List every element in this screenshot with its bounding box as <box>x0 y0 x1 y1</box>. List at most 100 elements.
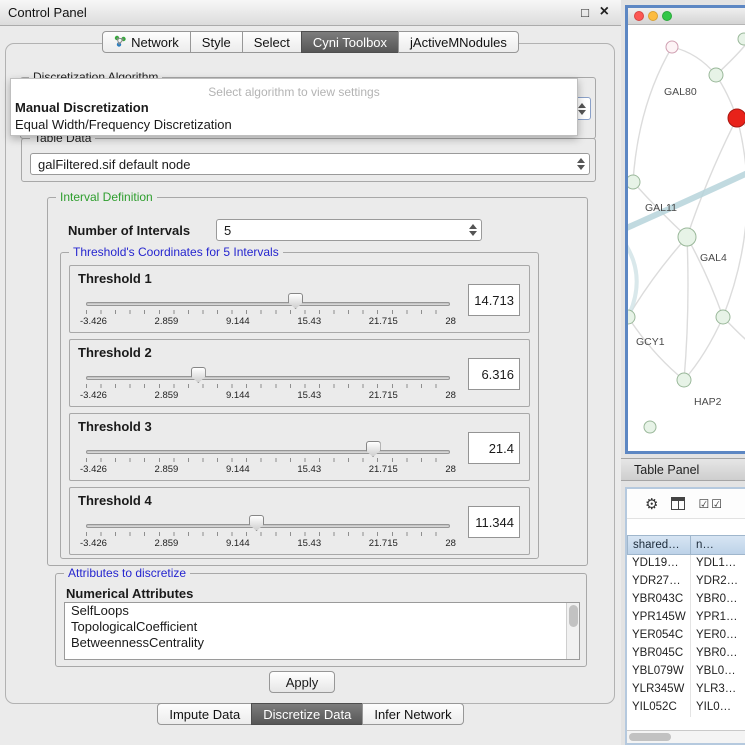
node[interactable] <box>677 373 691 387</box>
close-traffic-light[interactable] <box>634 11 644 21</box>
scrollbar-thumb[interactable] <box>629 733 671 741</box>
threshold-4-slider[interactable]: -3.4262.8599.14415.4321.71528 <box>86 518 450 552</box>
cell-name[interactable]: YDR2… <box>691 573 745 591</box>
bottom-tab-bar: Impute Data Discretize Data Infer Networ… <box>0 703 621 725</box>
slider-track[interactable] <box>86 302 450 306</box>
tab-jactivemnodules[interactable]: jActiveMNodules <box>398 31 519 53</box>
cell-shared-name[interactable]: YDR27… <box>627 573 691 591</box>
slider-track[interactable] <box>86 524 450 528</box>
table-row[interactable]: YDR27… YDR2… <box>627 573 745 591</box>
cell-name[interactable]: YBL0… <box>691 663 745 681</box>
apply-button[interactable]: Apply <box>269 671 335 693</box>
node-labels: GAL80 GAL11 GAL4 GCY1 HAP2 <box>636 86 727 408</box>
interval-definition-group: Interval Definition Number of Intervals … <box>47 197 588 566</box>
threshold-1-label: Threshold 1 <box>78 271 152 286</box>
tab-network[interactable]: Network <box>102 31 191 53</box>
cell-shared-name[interactable]: YDL19… <box>627 555 691 573</box>
table-horizontal-scrollbar[interactable] <box>627 730 745 743</box>
select-columns-icon[interactable]: ☑☑ <box>698 497 724 511</box>
tab-select[interactable]: Select <box>242 31 302 53</box>
slider-track[interactable] <box>86 450 450 454</box>
node[interactable] <box>666 41 678 53</box>
cell-name[interactable]: YBR0… <box>691 591 745 609</box>
table-row[interactable]: YDL19… YDL1… <box>627 555 745 573</box>
cell-shared-name[interactable]: YIL052C <box>627 699 691 717</box>
table-row[interactable]: YBL079W YBL0… <box>627 663 745 681</box>
table-row[interactable]: YER054C YER0… <box>627 627 745 645</box>
cell-shared-name[interactable]: YBR043C <box>627 591 691 609</box>
slider-scale: -3.4262.8599.14415.4321.71528 <box>80 316 456 327</box>
threshold-4-value-field[interactable]: 11.344 <box>468 506 520 538</box>
table-row[interactable]: YBR043C YBR0… <box>627 591 745 609</box>
menu-item-equal-width-frequency[interactable]: Equal Width/Frequency Discretization <box>11 116 577 133</box>
tab-network-label: Network <box>131 35 179 50</box>
slider-thumb[interactable] <box>366 441 381 457</box>
threshold-2-slider[interactable]: -3.4262.8599.14415.4321.71528 <box>86 370 450 404</box>
column-header-name[interactable]: n… <box>691 535 745 555</box>
node[interactable] <box>628 175 640 189</box>
menu-item-manual-discretization[interactable]: Manual Discretization <box>11 99 577 116</box>
cell-name[interactable]: YBR0… <box>691 645 745 663</box>
slider-track[interactable] <box>86 376 450 380</box>
scrollbar-thumb[interactable] <box>569 605 578 627</box>
node-label: GCY1 <box>636 336 665 348</box>
node[interactable] <box>738 33 745 45</box>
table-panel-title: Table Panel <box>634 463 699 477</box>
cell-name[interactable]: YLR3… <box>691 681 745 699</box>
cell-name[interactable]: YDL1… <box>691 555 745 573</box>
cell-name[interactable]: YPR1… <box>691 609 745 627</box>
numerical-attributes-list[interactable]: SelfLoopsTopologicalCoefficientBetweenne… <box>64 602 580 660</box>
cell-shared-name[interactable]: YLR345W <box>627 681 691 699</box>
node[interactable] <box>709 68 723 82</box>
threshold-3-value-field[interactable]: 21.4 <box>468 432 520 464</box>
threshold-2-value-field[interactable]: 6.316 <box>468 358 520 390</box>
slider-ticks <box>86 532 450 536</box>
close-icon[interactable]: × <box>600 3 609 21</box>
threshold-3-slider[interactable]: -3.4262.8599.14415.4321.71528 <box>86 444 450 478</box>
float-window-icon[interactable]: □ <box>581 5 589 20</box>
gear-icon[interactable]: ⚙ <box>645 495 658 513</box>
network-canvas[interactable]: GAL80 GAL11 GAL4 GCY1 HAP2 <box>628 25 745 451</box>
cell-shared-name[interactable]: YBR045C <box>627 645 691 663</box>
list-scrollbar[interactable] <box>566 603 579 659</box>
table-row[interactable]: YIL052C YIL0… <box>627 699 745 717</box>
tab-cyni-label: Cyni Toolbox <box>313 35 387 50</box>
list-item[interactable]: TopologicalCoefficient <box>65 619 579 635</box>
slider-thumb[interactable] <box>288 293 303 309</box>
slider-scale: -3.4262.8599.14415.4321.71528 <box>80 538 456 549</box>
tab-cyni-toolbox[interactable]: Cyni Toolbox <box>301 31 399 53</box>
tab-discretize-data[interactable]: Discretize Data <box>251 703 363 725</box>
tab-infer-network[interactable]: Infer Network <box>362 703 463 725</box>
slider-thumb[interactable] <box>249 515 264 531</box>
slider-scale: -3.4262.8599.14415.4321.71528 <box>80 390 456 401</box>
cell-shared-name[interactable]: YPR145W <box>627 609 691 627</box>
table-data-combobox[interactable]: galFiltered.sif default node <box>30 153 590 175</box>
list-item[interactable]: SelfLoops <box>65 603 579 619</box>
slider-thumb[interactable] <box>191 367 206 383</box>
selected-node[interactable] <box>728 109 745 127</box>
threshold-1-slider[interactable]: -3.4262.8599.14415.4321.71528 <box>86 296 450 330</box>
number-of-intervals-combobox[interactable]: 5 <box>216 219 482 241</box>
cell-name[interactable]: YER0… <box>691 627 745 645</box>
table-row[interactable]: YLR345W YLR3… <box>627 681 745 699</box>
table-columns-icon[interactable] <box>671 497 685 510</box>
zoom-traffic-light[interactable] <box>662 11 672 21</box>
column-header-shared-name[interactable]: shared… <box>627 535 691 555</box>
scale-tick-label: -3.426 <box>80 464 107 475</box>
cell-shared-name[interactable]: YER054C <box>627 627 691 645</box>
scale-tick-label: 28 <box>445 464 456 475</box>
cell-name[interactable]: YIL0… <box>691 699 745 717</box>
table-row[interactable]: YBR045C YBR0… <box>627 645 745 663</box>
cell-shared-name[interactable]: YBL079W <box>627 663 691 681</box>
list-item[interactable]: BetweennessCentrality <box>65 635 579 651</box>
node[interactable] <box>628 310 635 324</box>
node[interactable] <box>644 421 656 433</box>
tab-impute-data[interactable]: Impute Data <box>157 703 252 725</box>
node[interactable] <box>716 310 730 324</box>
node[interactable] <box>678 228 696 246</box>
tab-style-label: Style <box>202 35 231 50</box>
tab-style[interactable]: Style <box>190 31 243 53</box>
threshold-1-value-field[interactable]: 14.713 <box>468 284 520 316</box>
table-row[interactable]: YPR145W YPR1… <box>627 609 745 627</box>
minimize-traffic-light[interactable] <box>648 11 658 21</box>
